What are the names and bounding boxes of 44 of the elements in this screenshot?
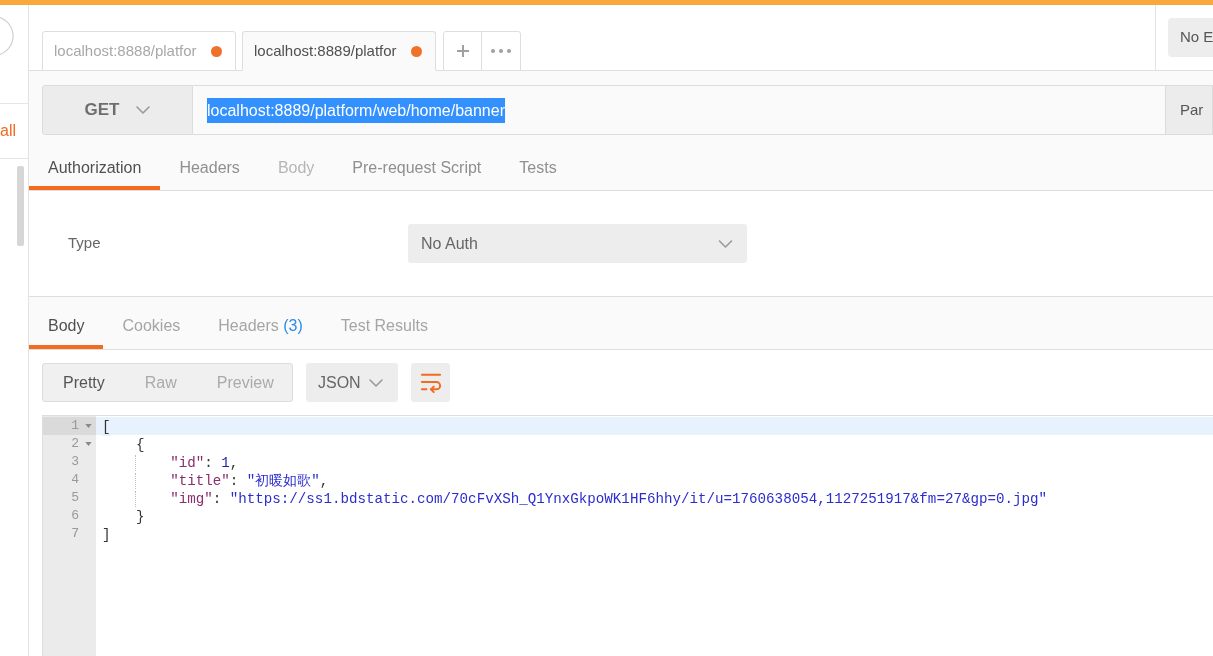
section-tab[interactable]: Pre-request Script <box>333 144 501 190</box>
line-number: 1 <box>71 417 79 435</box>
view-mode-button[interactable]: Preview <box>196 364 294 401</box>
line-number: 5 <box>71 489 79 507</box>
format-select[interactable]: JSON <box>306 363 398 402</box>
scrollbar-thumb[interactable] <box>17 166 24 246</box>
line-number: 3 <box>71 453 79 471</box>
ring-icon <box>0 17 14 55</box>
wrap-lines-button[interactable] <box>411 363 450 402</box>
plus-icon <box>456 45 469 57</box>
request-tab[interactable]: localhost:8889/platfor <box>242 31 436 71</box>
method-select[interactable]: GET <box>42 85 193 135</box>
field-label: Type <box>68 233 101 254</box>
view-mode-button[interactable]: Pretty <box>43 364 125 401</box>
code-line: "img": "https://ss1.bdstatic.com/70cFvXSh_Q1YnxGkpoWK1HF6hhy/it/u=1760638054,1127251917&fm=27&gp=0.jpg" <box>102 490 1048 508</box>
code-line: } <box>135 508 145 526</box>
code-line: "id": 1, <box>102 454 239 472</box>
section-tab[interactable]: Tests <box>500 144 576 190</box>
section-tab[interactable]: Headers <box>160 144 259 190</box>
chevron-down-icon <box>369 378 383 387</box>
environment-select[interactable]: No E <box>1168 18 1213 57</box>
line-number: 6 <box>71 507 79 525</box>
code-line: "title": "初暖如歌", <box>102 472 329 490</box>
caret-down-icon[interactable] <box>85 442 92 446</box>
line-number: 4 <box>71 471 79 489</box>
url-field[interactable]: localhost:8889/platform/web/home/banner <box>193 85 1165 135</box>
chevron-down-icon <box>718 239 733 248</box>
view-mode-button[interactable]: Raw <box>124 364 197 401</box>
dots-icon <box>491 49 511 53</box>
response-tab[interactable]: Headers (3) <box>199 301 322 349</box>
params-button[interactable]: Par <box>1165 85 1213 135</box>
response-tab[interactable]: Cookies <box>103 301 200 349</box>
auth-type-select[interactable]: No Auth <box>408 224 747 263</box>
line-number: 2 <box>71 435 79 453</box>
request-tab[interactable]: localhost:8888/platfor <box>42 31 236 71</box>
caret-down-icon[interactable] <box>85 424 92 428</box>
code-line: { <box>135 436 145 454</box>
url-text: localhost:8889/platform/web/home/banner <box>207 97 505 123</box>
chevron-down-icon <box>136 106 151 114</box>
response-tab[interactable]: Test Results <box>321 301 447 349</box>
wrap-icon <box>419 372 442 393</box>
code-line: ] <box>102 526 111 544</box>
sidebar-link[interactable]: all <box>0 119 16 143</box>
line-number: 7 <box>71 525 79 543</box>
